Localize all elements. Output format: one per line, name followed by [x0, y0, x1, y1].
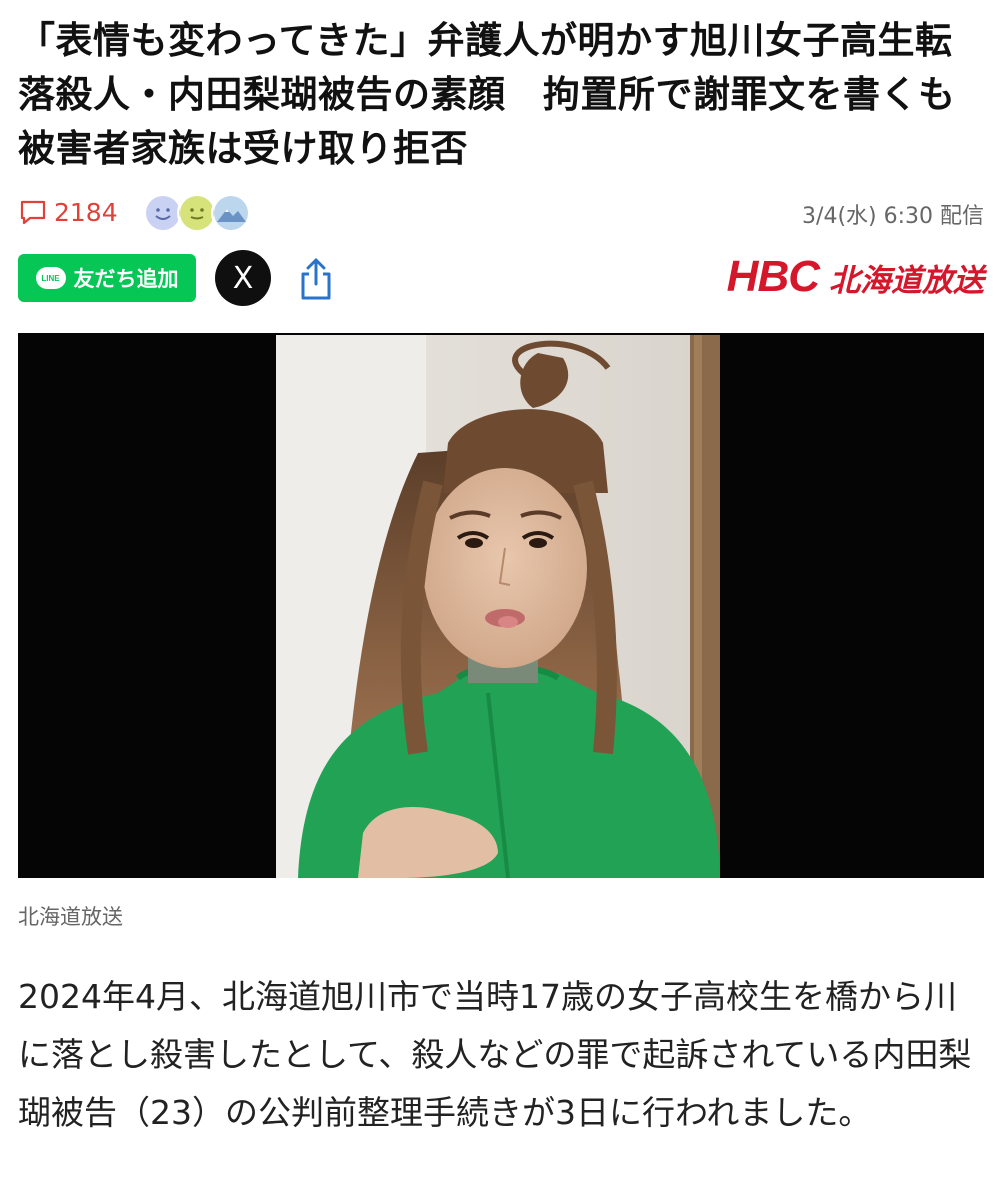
mountain-icon	[211, 193, 251, 233]
photo-illustration	[18, 333, 984, 878]
x-share-button[interactable]: X	[215, 250, 271, 306]
line-icon: LINE	[35, 267, 66, 289]
share-icon	[301, 258, 331, 300]
article-headline: 「表情も変わってきた」弁護人が明かす旭川女子高生転落殺人・内田梨瑚被告の素顔 拘…	[18, 19, 956, 170]
photo-caption: 北海道放送	[18, 905, 123, 929]
comment-icon	[20, 200, 46, 225]
comment-count: 2184	[54, 197, 118, 227]
x-logo-icon: X	[232, 260, 254, 296]
share-button[interactable]	[296, 256, 336, 302]
reaction-summary[interactable]	[143, 193, 251, 233]
article-meta: 2184 3/4(水) 6:30 配信	[18, 190, 984, 234]
line-add-friend-button[interactable]: LINE 友だち追加	[18, 254, 196, 302]
publisher-logo-mark: HBC	[726, 252, 820, 301]
share-row: LINE 友だち追加 X HBC 北海道放送	[18, 250, 984, 308]
publisher-logo-name: 北海道放送	[829, 263, 984, 299]
publish-date: 3/4(水) 6:30 配信	[802, 204, 984, 229]
article-body: 2024年4月、北海道旭川市で当時17歳の女子高校生を橋から川に落とし殺害したと…	[18, 977, 972, 1132]
publisher-logo[interactable]: HBC 北海道放送	[727, 252, 984, 302]
article-photo[interactable]	[18, 333, 984, 878]
comment-count-button[interactable]: 2184	[18, 190, 118, 234]
line-button-label: 友だち追加	[73, 267, 179, 291]
